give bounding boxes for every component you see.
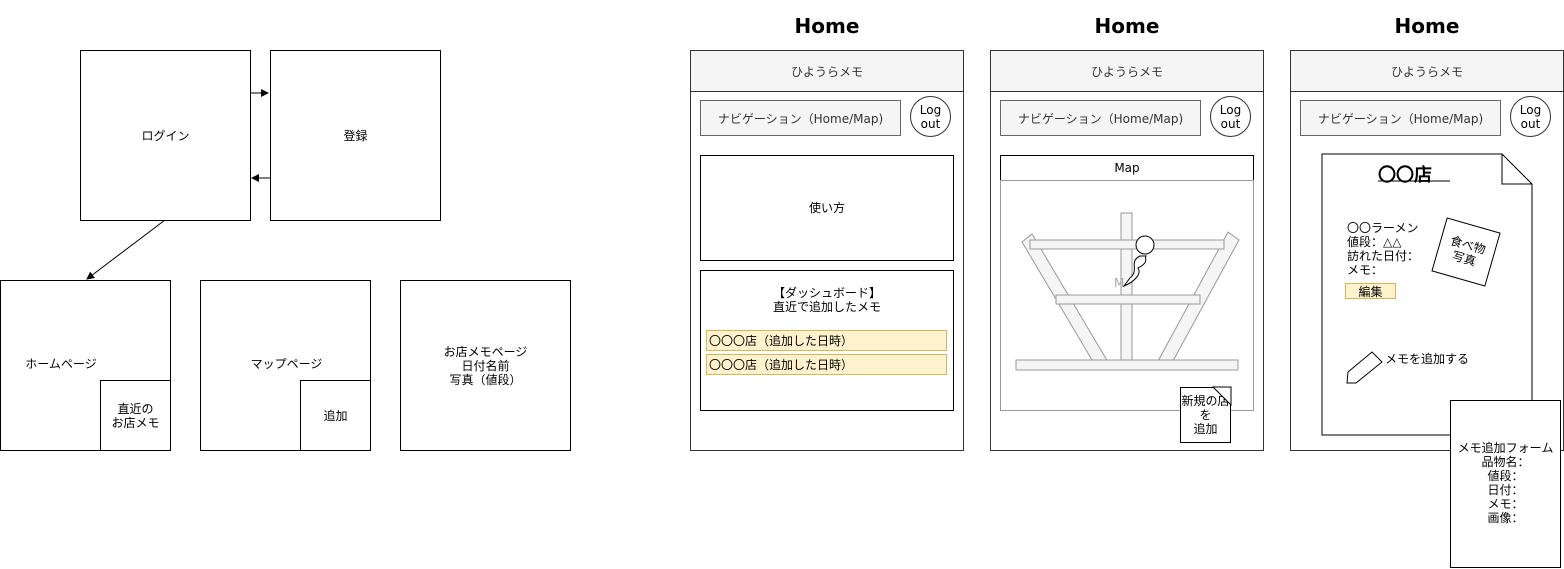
form-title: メモ追加フォーム — [1457, 441, 1554, 455]
memo-add-form[interactable]: メモ追加フォーム 品物名： 値段： 日付： メモ： 画像： — [1450, 400, 1561, 568]
form-field-item-name[interactable]: 品物名： — [1481, 455, 1529, 469]
form-field-date[interactable]: 日付： — [1487, 483, 1523, 497]
form-field-image[interactable]: 画像： — [1487, 511, 1523, 525]
form-field-memo[interactable]: メモ： — [1487, 497, 1523, 511]
pencil-icon[interactable] — [0, 0, 1564, 569]
form-field-price[interactable]: 値段： — [1487, 469, 1523, 483]
add-memo-button[interactable]: メモを追加する — [1385, 350, 1469, 367]
